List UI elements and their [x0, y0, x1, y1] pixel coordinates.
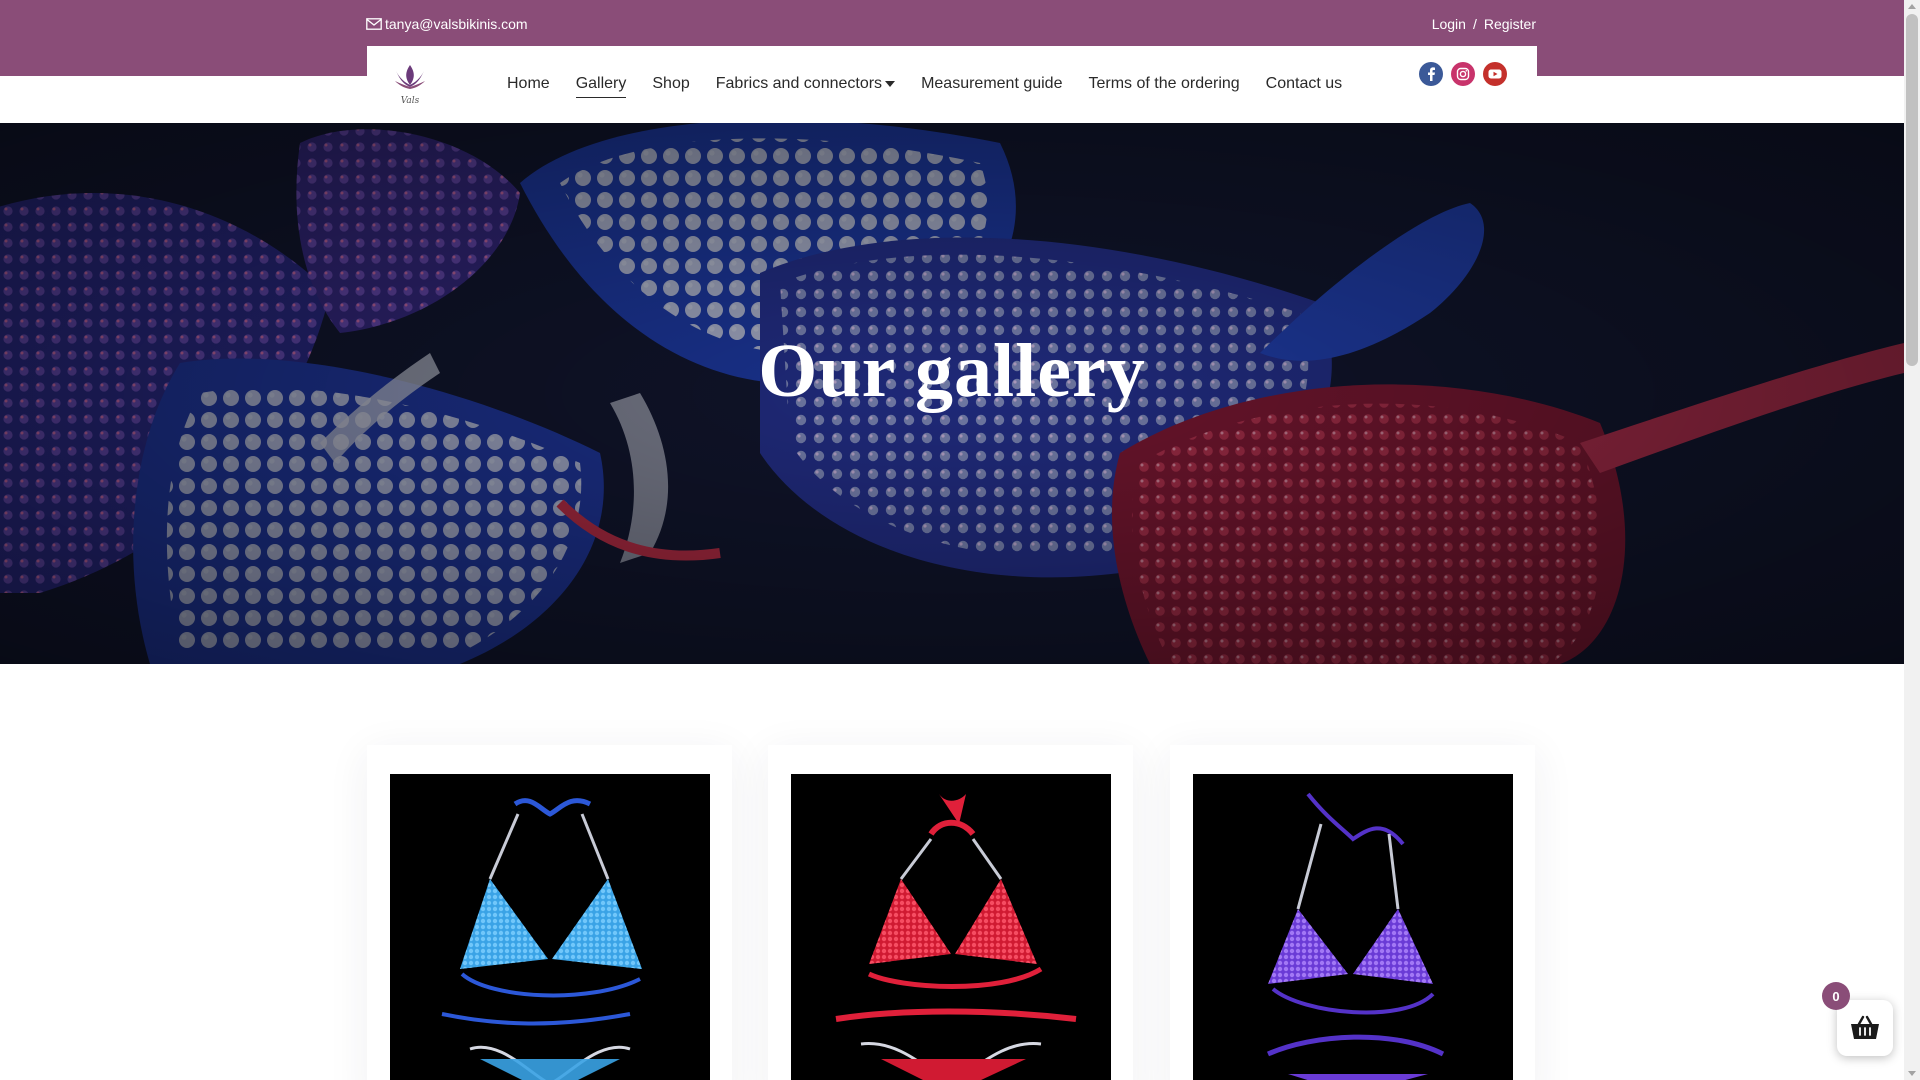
- register-link[interactable]: Register: [1484, 16, 1536, 32]
- email-text[interactable]: tanya@valsbikinis.com: [385, 16, 528, 32]
- envelope-icon: [366, 18, 382, 30]
- cart-button[interactable]: [1837, 1000, 1893, 1056]
- scrollbar-thumb[interactable]: [1906, 14, 1918, 366]
- cart-count-badge: 0: [1822, 982, 1850, 1010]
- auth-separator: /: [1472, 16, 1477, 32]
- nav-shop[interactable]: Shop: [652, 75, 689, 93]
- hero-banner: Our gallery: [0, 123, 1904, 664]
- gallery-image-purple-bikini[interactable]: [1193, 774, 1513, 1080]
- gallery-card[interactable]: [768, 745, 1133, 1080]
- header: Vals Home Gallery Shop Fabrics and conne…: [367, 46, 1537, 122]
- basket-icon: [1851, 1015, 1879, 1039]
- gallery-image-blue-bikini[interactable]: [390, 774, 710, 1080]
- nav-fabrics[interactable]: Fabrics and connectors: [715, 75, 896, 93]
- login-link[interactable]: Login: [1432, 16, 1466, 32]
- scroll-down-arrow-icon[interactable]: [1908, 1071, 1916, 1076]
- auth-links: Login / Register: [1432, 14, 1536, 34]
- nav-contact[interactable]: Contact us: [1266, 75, 1342, 93]
- page-title: Our gallery: [758, 329, 1146, 413]
- logo-text: Vals: [401, 96, 420, 106]
- nav-gallery[interactable]: Gallery: [575, 75, 626, 98]
- scroll-up-arrow-icon[interactable]: [1908, 4, 1916, 9]
- social-links: [1411, 62, 1507, 86]
- gallery-image-red-bikini[interactable]: [791, 774, 1111, 1080]
- nav-terms[interactable]: Terms of the ordering: [1088, 75, 1239, 93]
- gallery-card[interactable]: [367, 745, 732, 1080]
- page-scrollbar[interactable]: [1904, 0, 1920, 1080]
- contact-email[interactable]: tanya@valsbikinis.com: [366, 14, 528, 34]
- instagram-icon[interactable]: [1451, 62, 1475, 86]
- facebook-icon[interactable]: [1419, 62, 1443, 86]
- main-nav: Home Gallery Shop Fabrics and connectors…: [507, 46, 1368, 122]
- gallery-card[interactable]: [1170, 745, 1535, 1080]
- caret-down-icon: [885, 80, 896, 87]
- youtube-icon[interactable]: [1483, 62, 1507, 86]
- gallery-grid: [367, 745, 1537, 1080]
- nav-fabrics-label: Fabrics and connectors: [715, 75, 883, 92]
- nav-home[interactable]: Home: [507, 75, 550, 93]
- nav-measurement-guide[interactable]: Measurement guide: [921, 75, 1062, 93]
- site-logo[interactable]: Vals: [390, 63, 430, 109]
